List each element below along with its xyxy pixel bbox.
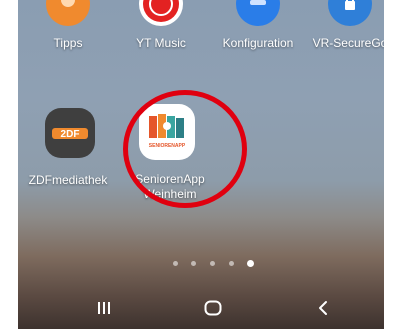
app-label: VR-SecureGo <box>312 36 384 50</box>
vr-securego-icon <box>328 0 372 26</box>
page-dot[interactable] <box>210 261 215 266</box>
app-konfiguration[interactable]: Konfiguration <box>210 0 306 60</box>
page-dot[interactable] <box>173 261 178 266</box>
page-dot-active[interactable] <box>247 260 254 267</box>
app-vr-securego[interactable]: VR-SecureGo <box>302 0 384 60</box>
svg-text:2DF: 2DF <box>61 129 80 140</box>
highlight-circle <box>123 90 247 208</box>
navigation-bar <box>18 288 384 329</box>
app-label: Konfiguration <box>222 36 294 50</box>
app-label: Tipps <box>53 36 83 50</box>
home-button[interactable] <box>193 294 233 322</box>
app-label: YT Music <box>136 36 186 50</box>
app-tipps[interactable]: Tipps <box>20 0 116 60</box>
app-label: ZDFmediathek <box>28 173 108 187</box>
app-zdfmediathek[interactable]: 2DF ZDFmediathek <box>20 100 116 190</box>
recent-apps-button[interactable] <box>84 294 124 322</box>
home-screen: Tipps YT Music Konfiguration VR-SecureGo <box>18 0 384 329</box>
page-dot[interactable] <box>229 261 234 266</box>
zdf-icon: 2DF <box>45 108 95 158</box>
konfiguration-icon <box>236 0 280 26</box>
page-indicator <box>18 259 384 271</box>
page-dot[interactable] <box>191 261 196 266</box>
back-icon <box>319 301 327 315</box>
tipps-icon <box>46 0 90 26</box>
recent-apps-icon <box>98 302 110 314</box>
app-yt-music[interactable]: YT Music <box>113 0 209 60</box>
back-button[interactable] <box>303 294 343 322</box>
home-icon <box>204 300 222 316</box>
yt-music-icon <box>139 0 183 26</box>
